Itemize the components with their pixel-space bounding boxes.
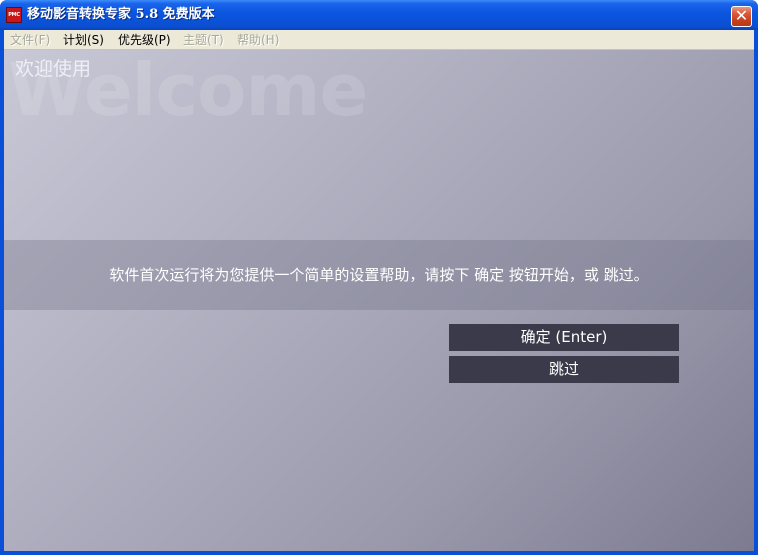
- welcome-panel: Welcome 欢迎使用 软件首次运行将为您提供一个简单的设置帮助，请按下 确定…: [4, 50, 754, 551]
- title-bar[interactable]: PMC 移动影音转换专家 5.8 免费版本 ✕: [0, 0, 758, 30]
- menu-priority[interactable]: 优先级(P): [118, 32, 171, 48]
- skip-button[interactable]: 跳过: [449, 356, 679, 383]
- menu-schedule[interactable]: 计划(S): [63, 32, 104, 48]
- menu-theme[interactable]: 主题(T): [183, 32, 224, 48]
- welcome-title: 欢迎使用: [15, 58, 92, 80]
- message-band: 软件首次运行将为您提供一个简单的设置帮助，请按下 确定 按钮开始，或 跳过。: [4, 240, 754, 310]
- menu-help[interactable]: 帮助(H): [237, 32, 279, 48]
- ok-button[interactable]: 确定 (Enter): [449, 324, 679, 351]
- close-icon: ✕: [734, 6, 749, 25]
- app-window: PMC 移动影音转换专家 5.8 免费版本 ✕ 文件(F) 计划(S) 优先级(…: [0, 0, 758, 555]
- close-button[interactable]: ✕: [731, 6, 752, 27]
- window-title: 移动影音转换专家 5.8 免费版本: [27, 7, 215, 22]
- menu-bar: 文件(F) 计划(S) 优先级(P) 主题(T) 帮助(H): [4, 30, 754, 50]
- setup-message: 软件首次运行将为您提供一个简单的设置帮助，请按下 确定 按钮开始，或 跳过。: [109, 266, 649, 284]
- menu-file[interactable]: 文件(F): [10, 32, 50, 48]
- app-logo-icon[interactable]: PMC: [6, 7, 22, 23]
